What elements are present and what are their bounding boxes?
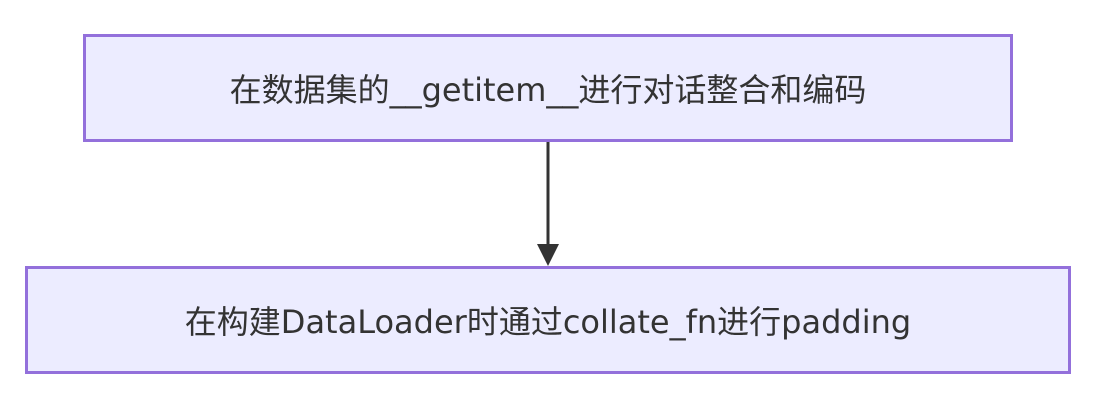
flow-node-dataset-getitem: 在数据集的__getitem__进行对话整合和编码 [83, 34, 1013, 142]
flow-node-dataloader-collate: 在构建DataLoader时通过collate_fn进行padding [25, 266, 1071, 374]
arrowhead-icon [537, 244, 559, 266]
node-label: 在构建DataLoader时通过collate_fn进行padding [184, 303, 912, 341]
node-label: 在数据集的__getitem__进行对话整合和编码 [229, 71, 867, 109]
